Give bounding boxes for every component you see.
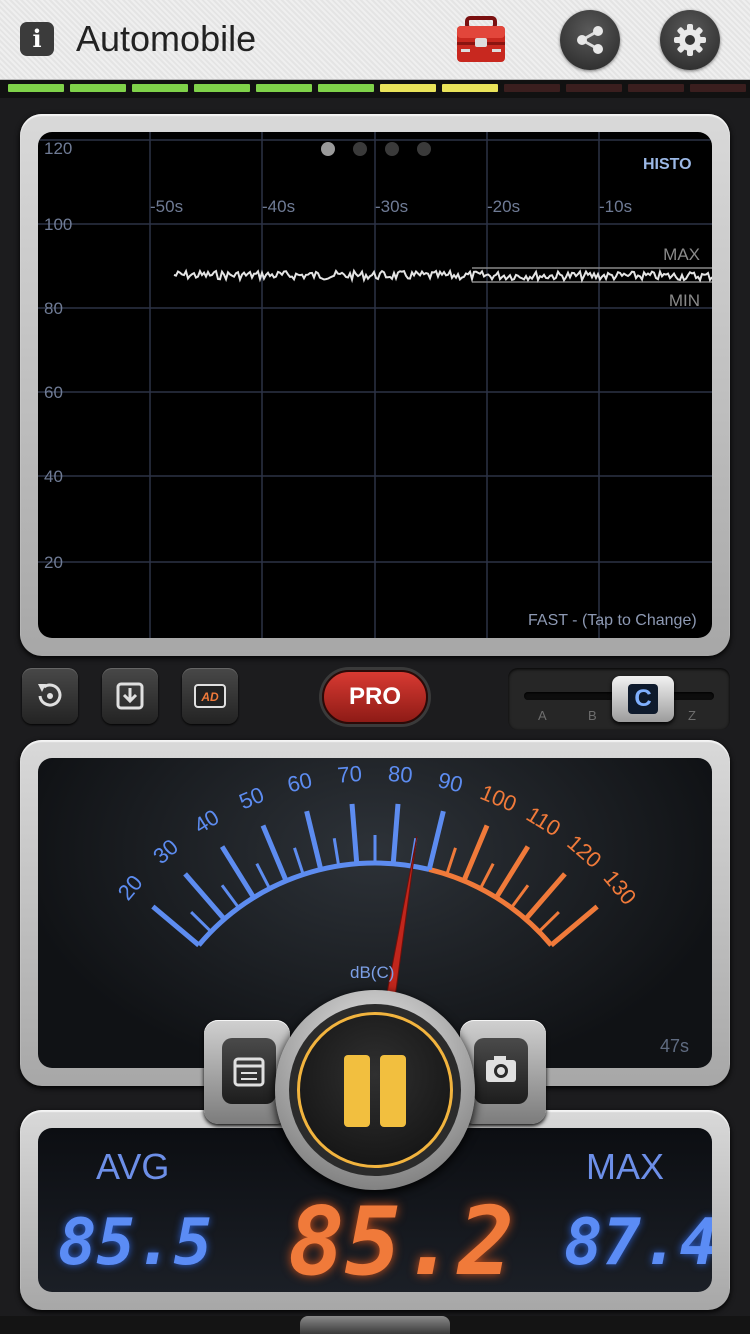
control-cluster — [200, 990, 550, 1190]
avg-label: AVG — [96, 1146, 170, 1187]
level-segment — [194, 84, 250, 92]
meter-arc — [196, 860, 430, 947]
info-button[interactable]: i — [20, 22, 54, 56]
x-tick-label: -50s — [150, 197, 183, 216]
meter-tick-label: 40 — [189, 804, 223, 838]
meter-tick — [293, 847, 305, 875]
x-tick-label: -10s — [599, 197, 632, 216]
meter-tick — [426, 810, 446, 871]
meter-tick — [332, 838, 341, 867]
download-icon — [116, 682, 144, 710]
level-segment — [318, 84, 374, 92]
camera-icon — [486, 1056, 516, 1082]
level-segment — [256, 84, 312, 92]
svg-text:AD: AD — [200, 690, 219, 704]
meter-tick-label: 130 — [599, 865, 642, 909]
level-segment — [628, 84, 684, 92]
save-button[interactable] — [102, 668, 158, 724]
response-mode-label[interactable]: FAST - (Tap to Change) — [528, 612, 697, 630]
level-trace — [173, 268, 712, 284]
share-button[interactable] — [560, 10, 620, 70]
weighting-option-a[interactable]: A — [538, 708, 547, 723]
pause-button[interactable] — [275, 990, 475, 1190]
y-tick-label: 60 — [44, 383, 63, 402]
page-dot[interactable] — [385, 142, 399, 156]
x-tick-label: -40s — [262, 197, 295, 216]
reset-button[interactable] — [22, 668, 78, 724]
x-tick-label: -20s — [487, 197, 520, 216]
max-value: 87.4 — [564, 1206, 712, 1280]
meter-tick-label: 90 — [436, 767, 466, 797]
weighting-option-z[interactable]: Z — [688, 708, 696, 723]
page-dot[interactable] — [353, 142, 367, 156]
unit-label: dB(C) — [350, 963, 395, 982]
meter-tick-label: 100 — [477, 780, 521, 817]
level-segment — [8, 84, 64, 92]
meter-tick-label: 50 — [235, 782, 267, 815]
weighting-knob[interactable]: C — [612, 676, 674, 722]
meter-tick-label: 80 — [387, 761, 413, 788]
meter-tick-label: 30 — [148, 834, 183, 869]
meter-tick — [461, 824, 490, 882]
meter-tick — [255, 862, 271, 890]
meter-tick — [220, 884, 240, 909]
max-marker-label: MAX — [663, 245, 700, 264]
y-tick-label: 120 — [44, 139, 72, 158]
meter-tick-label: 70 — [336, 761, 362, 788]
min-marker-label: MIN — [669, 291, 700, 310]
level-segment — [442, 84, 498, 92]
pause-icon — [344, 1055, 370, 1127]
settings-button[interactable] — [660, 10, 720, 70]
histogram-panel[interactable]: 120 100 80 60 40 20 -50s -40s -30s -20s -10s MAX MIN… — [20, 114, 730, 656]
histo-mode-label[interactable]: HISTO — [643, 156, 692, 174]
meter-tick — [445, 847, 457, 875]
pause-icon-bar — [380, 1055, 406, 1127]
meter-tick — [190, 910, 213, 933]
pro-button[interactable]: PRO — [322, 670, 428, 724]
y-tick-label: 80 — [44, 299, 63, 318]
level-segment — [380, 84, 436, 92]
y-tick-label: 40 — [44, 467, 63, 486]
level-segment — [566, 84, 622, 92]
weighting-selected: C — [628, 684, 658, 714]
x-tick-label: -30s — [375, 197, 408, 216]
ad-icon: AD — [194, 684, 226, 708]
elapsed-time: 47s — [660, 1036, 690, 1056]
level-segment — [132, 84, 188, 92]
meter-tick — [349, 803, 360, 864]
weighting-option-b[interactable]: B — [588, 708, 597, 723]
meter-tick — [479, 862, 495, 890]
drawer-handle[interactable] — [300, 1316, 450, 1334]
level-segment — [70, 84, 126, 92]
current-value: 85.2 — [288, 1188, 515, 1292]
toolbox-icon[interactable] — [455, 14, 507, 71]
y-tick-label: 100 — [44, 215, 72, 234]
max-label: MAX — [586, 1146, 665, 1187]
meter-tick — [510, 884, 530, 909]
reset-icon — [38, 683, 62, 707]
weighting-slider[interactable]: A B Z C — [508, 668, 730, 730]
page-dot[interactable] — [417, 142, 431, 156]
histogram-chart: 120 100 80 60 40 20 -50s -40s -30s -20s -10s MAX MIN — [38, 132, 712, 638]
avg-value: 85.5 — [58, 1206, 213, 1280]
calendar-icon — [233, 1057, 265, 1087]
meter-tick — [390, 803, 401, 864]
meter-tick — [260, 824, 289, 882]
level-segment — [690, 84, 746, 92]
meter-tick-label: 110 — [522, 801, 565, 841]
page-dot[interactable] — [321, 142, 335, 156]
meter-tick-label: 20 — [113, 870, 148, 905]
ad-button[interactable]: AD — [182, 668, 238, 724]
meter-tick — [537, 910, 560, 933]
level-segment — [504, 84, 560, 92]
gear-icon — [674, 24, 706, 56]
header-bar: i Automobile — [0, 0, 750, 80]
share-icon — [577, 26, 603, 54]
meter-tick — [304, 810, 324, 871]
meter-tick-label: 60 — [285, 767, 315, 797]
histogram-screen[interactable]: 120 100 80 60 40 20 -50s -40s -30s -20s -10s MAX MIN… — [38, 132, 712, 638]
y-tick-label: 20 — [44, 553, 63, 572]
page-title: Automobile — [76, 18, 257, 59]
meter-tick-label: 120 — [562, 830, 606, 873]
